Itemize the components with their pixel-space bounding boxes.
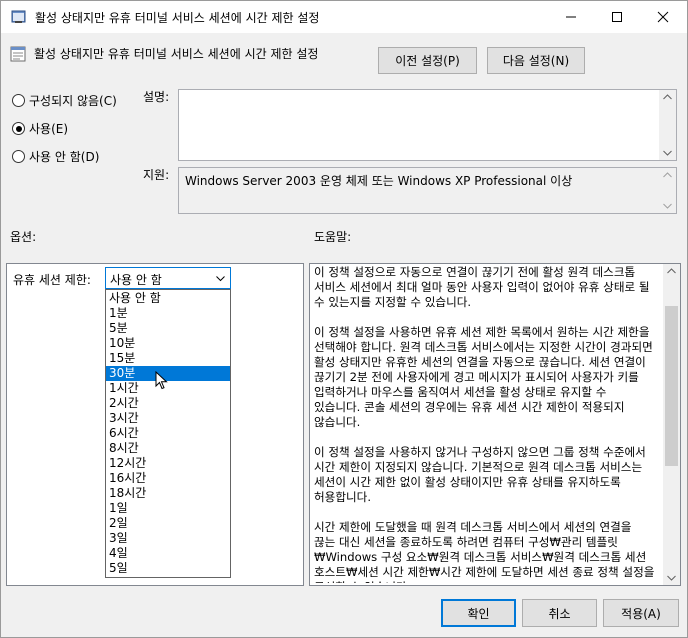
supported-text: Windows Server 2003 운영 체제 또는 Windows XP … xyxy=(185,174,573,188)
policy-title: 활성 상태지만 유휴 터미널 서비스 세션에 시간 제한 설정 xyxy=(34,47,319,61)
apply-button[interactable]: 적용(A) xyxy=(603,599,679,627)
radio-enabled-label: 사용(E) xyxy=(29,122,69,136)
policy-app-icon xyxy=(11,10,26,23)
dropdown-option[interactable]: 2일 xyxy=(106,516,230,531)
title-bar[interactable]: 활성 상태지만 유휴 터미널 서비스 세션에 시간 제한 설정 xyxy=(1,1,687,33)
dropdown-option[interactable]: 3일 xyxy=(106,531,230,546)
minimize-icon xyxy=(566,16,576,18)
dropdown-option[interactable]: 1분 xyxy=(106,306,230,321)
scroll-down-icon[interactable] xyxy=(663,150,672,156)
dropdown-option[interactable]: 5일 xyxy=(106,561,230,576)
idle-session-limit-dropdown[interactable]: 사용 안 함 1분 5분 10분 15분 30분 1시간 2시간 3시간 6시간… xyxy=(105,289,231,578)
comment-label: 설명: xyxy=(143,90,170,104)
dropdown-option[interactable]: 5분 xyxy=(106,321,230,336)
dropdown-option[interactable]: 1시간 xyxy=(106,381,230,396)
mouse-cursor-icon xyxy=(155,371,168,390)
close-icon xyxy=(657,11,669,23)
policy-dialog-window: 활성 상태지만 유휴 터미널 서비스 세션에 시간 제한 설정 활성 상태지만 … xyxy=(0,0,688,638)
idle-session-limit-label: 유휴 세션 제한: xyxy=(13,273,91,287)
dropdown-option[interactable]: 2시간 xyxy=(106,396,230,411)
combo-value: 사용 안 함 xyxy=(110,273,162,287)
minimize-button[interactable] xyxy=(548,1,594,33)
maximize-icon xyxy=(612,12,622,22)
radio-not-configured-label: 구성되지 않음(C) xyxy=(29,94,117,108)
close-button[interactable] xyxy=(640,1,686,33)
supported-scrollbar[interactable] xyxy=(659,168,676,213)
dropdown-option[interactable]: 15분 xyxy=(106,351,230,366)
scroll-down-icon[interactable] xyxy=(663,203,672,209)
cancel-button[interactable]: 취소 xyxy=(522,599,597,627)
window-title: 활성 상태지만 유휴 터미널 서비스 세션에 시간 제한 설정 xyxy=(35,11,320,25)
supported-label: 지원: xyxy=(143,168,170,182)
maximize-button[interactable] xyxy=(594,1,640,33)
options-label: 옵션: xyxy=(10,230,37,244)
dropdown-option[interactable]: 3시간 xyxy=(106,411,230,426)
idle-session-limit-combo[interactable]: 사용 안 함 xyxy=(105,267,231,289)
radio-disabled-label: 사용 안 함(D) xyxy=(29,150,100,164)
radio-enabled[interactable] xyxy=(12,122,25,135)
help-paragraph: 이 정책 설정을 사용하면 유휴 세션 제한 목록에서 원하는 시간 제한을 선… xyxy=(314,325,653,429)
chevron-down-icon[interactable] xyxy=(216,276,225,282)
help-paragraph: 시간 제한에 도달했을 때 원격 데스크톱 서비스에서 세션의 연결을 끊는 대… xyxy=(314,520,655,583)
scroll-down-icon[interactable] xyxy=(667,575,676,581)
dropdown-option[interactable]: 사용 안 함 xyxy=(106,291,230,306)
supported-textbox: Windows Server 2003 운영 체제 또는 Windows XP … xyxy=(178,167,677,214)
dropdown-option[interactable]: 8시간 xyxy=(106,441,230,456)
scroll-up-icon[interactable] xyxy=(663,172,672,178)
policy-setting-icon xyxy=(10,46,26,62)
radio-not-configured[interactable] xyxy=(12,94,25,107)
scroll-up-icon[interactable] xyxy=(663,94,672,100)
help-paragraph: 이 정책 설정을 사용하지 않거나 구성하지 않으면 그룹 정책 수준에서 시간… xyxy=(314,445,646,504)
scroll-up-icon[interactable] xyxy=(667,268,676,274)
comment-scrollbar[interactable] xyxy=(659,90,676,160)
radio-disabled[interactable] xyxy=(12,150,25,163)
help-text: 이 정책 설정으로 자동으로 연결이 끊기기 전에 활성 원격 데스크톱 서비스… xyxy=(314,265,656,583)
help-scrollbar[interactable] xyxy=(663,264,680,585)
dropdown-option[interactable]: 6시간 xyxy=(106,426,230,441)
prev-setting-button[interactable]: 이전 설정(P) xyxy=(378,47,477,74)
ok-button[interactable]: 확인 xyxy=(441,599,516,627)
dropdown-option[interactable]: 12시간 xyxy=(106,456,230,471)
dropdown-option[interactable]: 4일 xyxy=(106,546,230,561)
dropdown-option[interactable]: 18시간 xyxy=(106,486,230,501)
help-label: 도움말: xyxy=(314,230,352,244)
next-setting-button[interactable]: 다음 설정(N) xyxy=(487,47,585,74)
help-paragraph: 이 정책 설정으로 자동으로 연결이 끊기기 전에 활성 원격 데스크톱 서비스… xyxy=(314,265,650,309)
dropdown-option[interactable]: 1일 xyxy=(106,501,230,516)
dropdown-option[interactable]: 10분 xyxy=(106,336,230,351)
dropdown-option-highlighted[interactable]: 30분 xyxy=(106,366,230,381)
comment-textarea[interactable] xyxy=(178,89,677,161)
dropdown-option[interactable]: 16시간 xyxy=(106,471,230,486)
help-scroll-thumb[interactable] xyxy=(665,306,678,466)
